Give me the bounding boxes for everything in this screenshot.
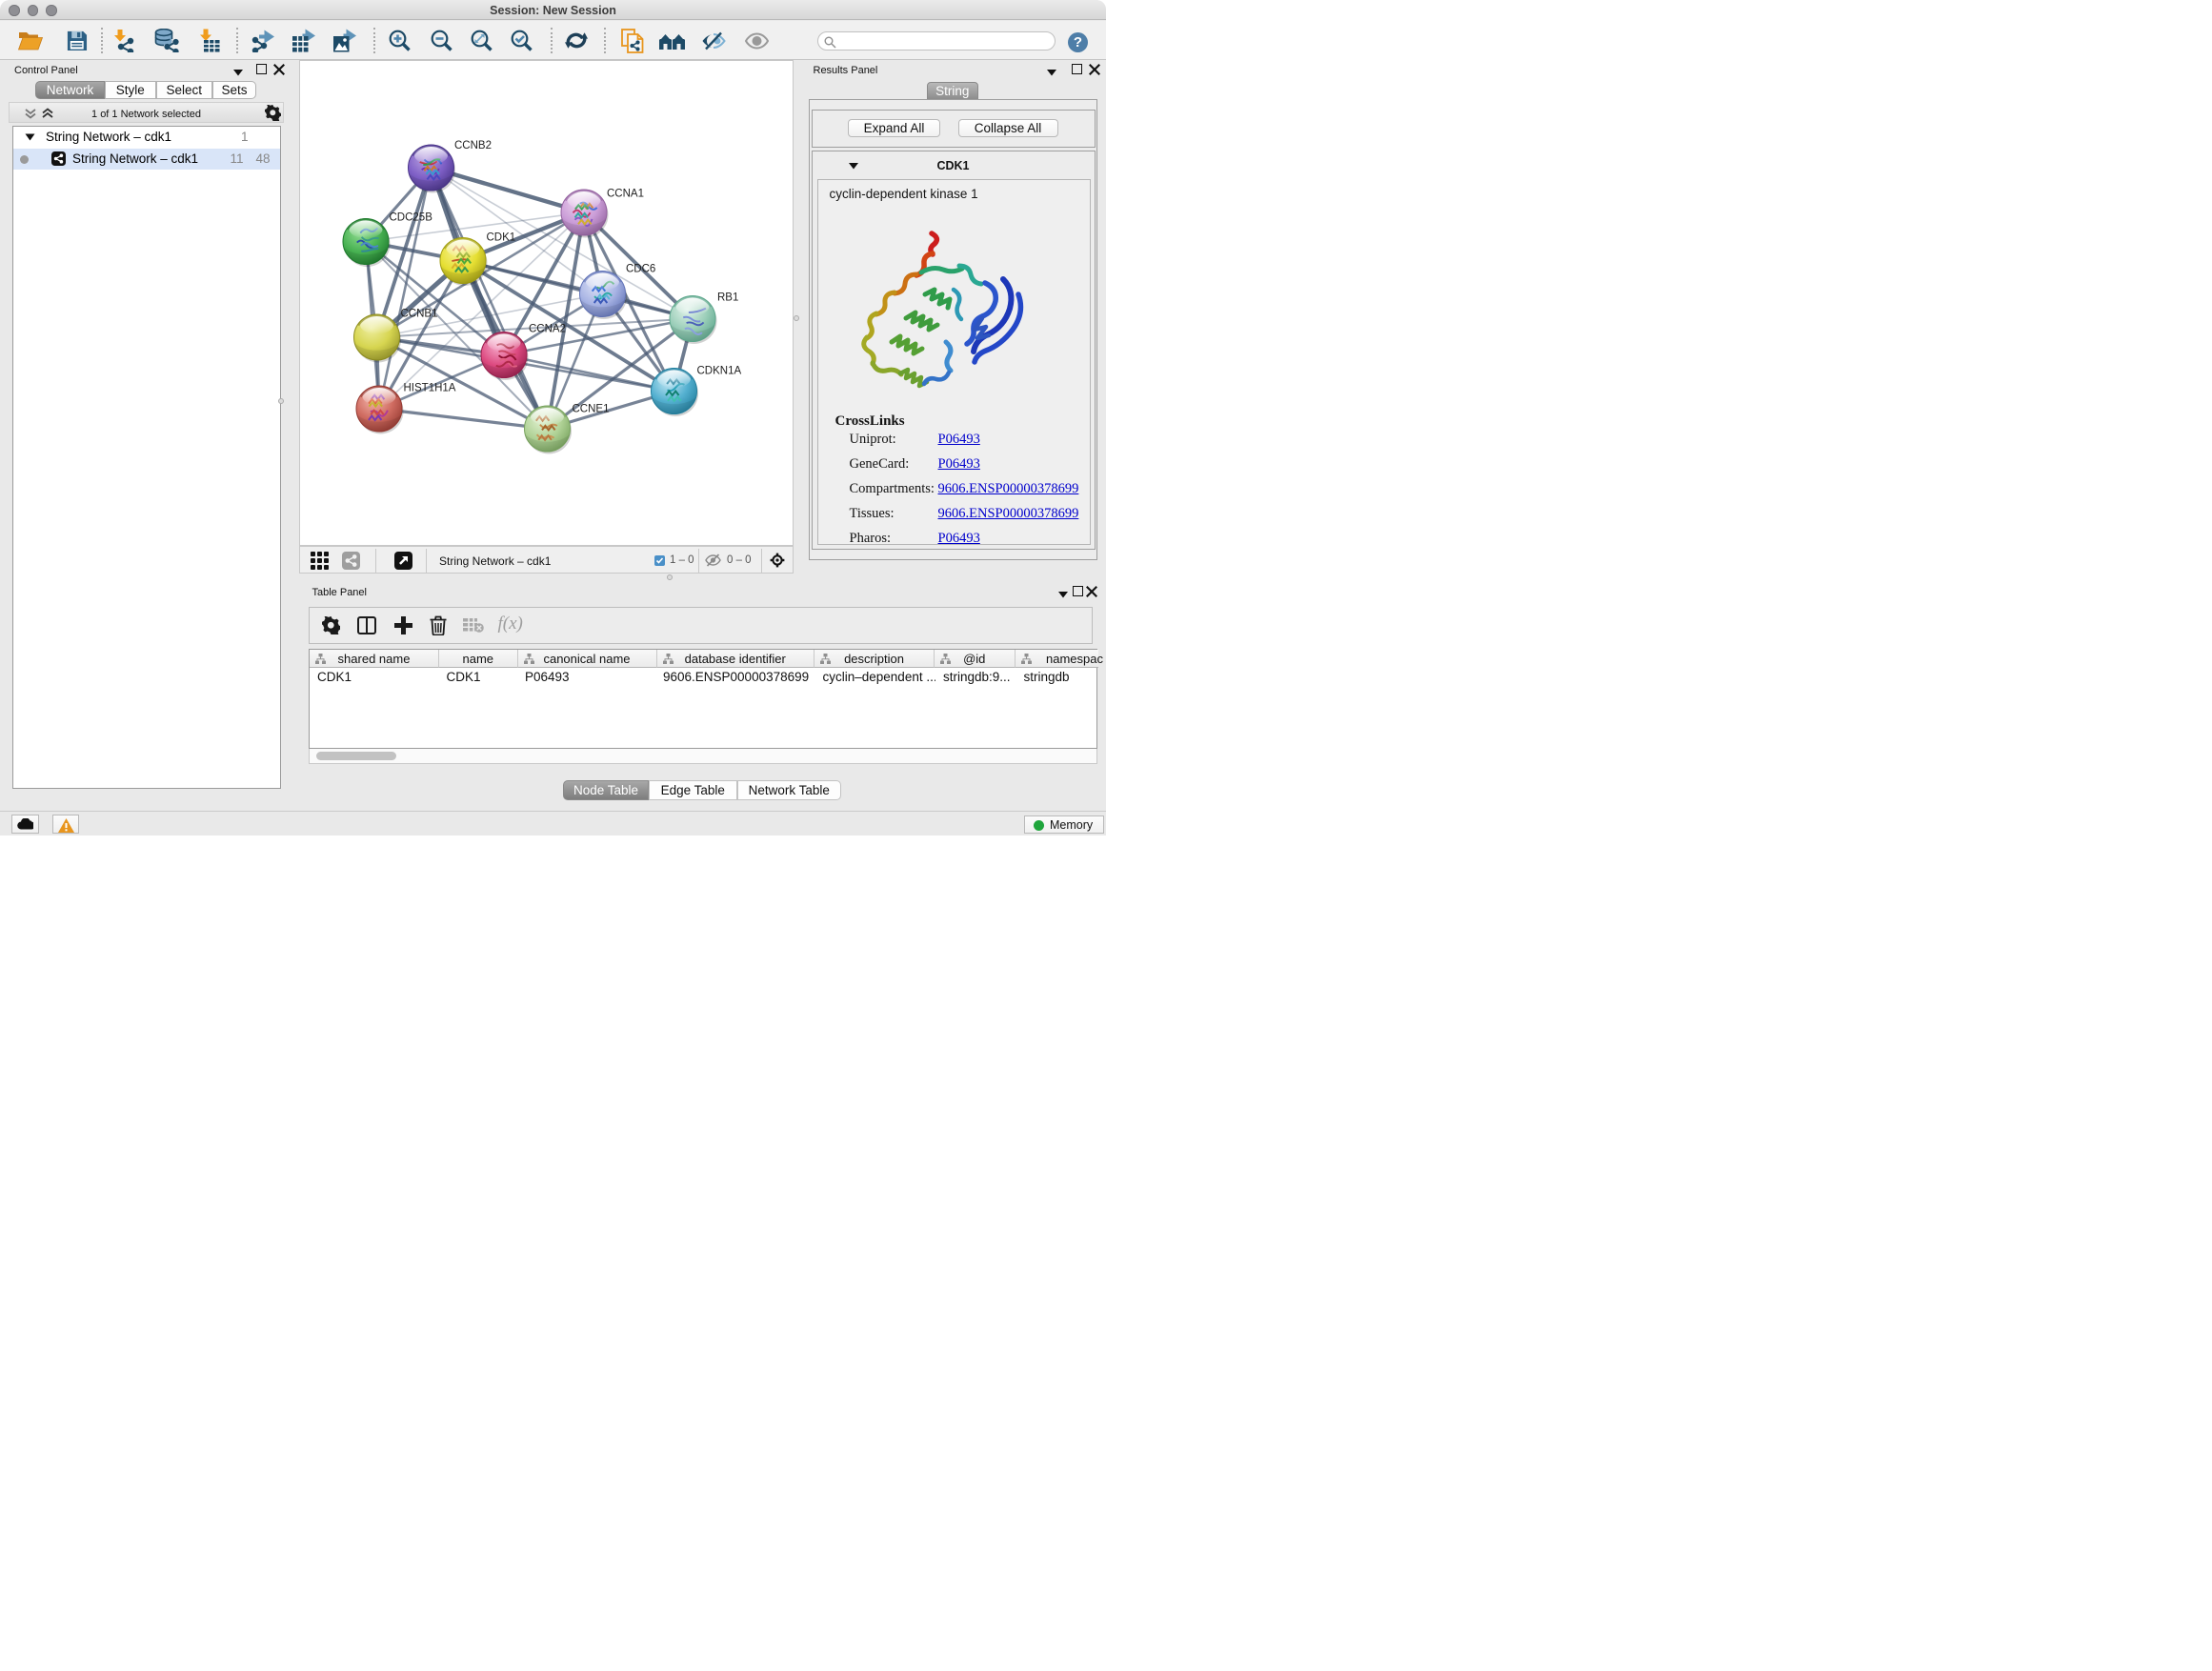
svg-text:CCNB2: CCNB2: [454, 140, 492, 151]
svg-text:HIST1H1A: HIST1H1A: [404, 383, 456, 394]
svg-text:CDC25B: CDC25B: [390, 212, 433, 224]
svg-text:CCNA1: CCNA1: [607, 189, 644, 200]
svg-text:CDK1: CDK1: [487, 232, 516, 244]
svg-text:CCNE1: CCNE1: [573, 404, 610, 415]
svg-text:CCNB1: CCNB1: [401, 309, 438, 320]
svg-text:CDC6: CDC6: [626, 264, 655, 275]
svg-text:CDKN1A: CDKN1A: [697, 366, 742, 377]
svg-text:RB1: RB1: [717, 292, 738, 304]
svg-text:CCNA2: CCNA2: [529, 324, 566, 335]
